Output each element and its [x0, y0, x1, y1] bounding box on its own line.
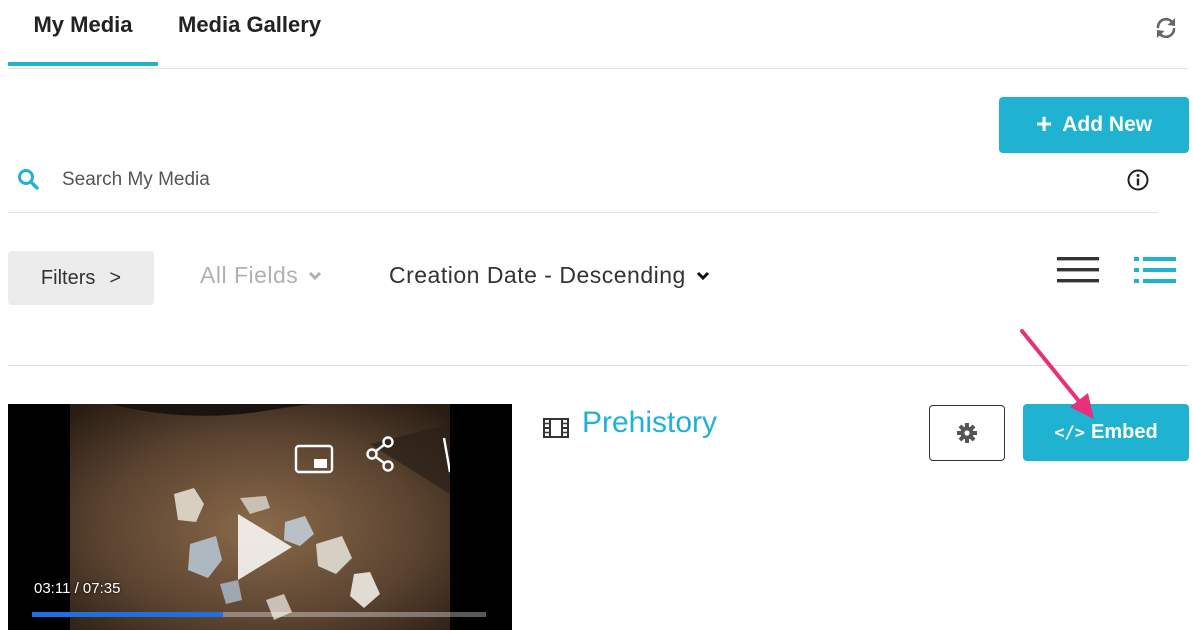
list-view-icon[interactable]: [1055, 254, 1101, 286]
media-title-link[interactable]: Prehistory: [582, 406, 717, 440]
video-frame: [70, 404, 450, 630]
list-divider: [8, 365, 1188, 366]
search-divider: [8, 212, 1158, 213]
film-icon: [543, 418, 569, 438]
fields-dropdown[interactable]: All Fields: [200, 262, 322, 289]
info-icon[interactable]: [1126, 168, 1150, 192]
tab-my-media[interactable]: My Media: [8, 0, 158, 66]
playback-progress[interactable]: [32, 612, 486, 617]
tab-media-gallery[interactable]: Media Gallery: [158, 0, 321, 66]
media-tabs: My Media Media Gallery: [8, 0, 321, 66]
detailed-view-icon[interactable]: [1132, 254, 1178, 286]
fields-label: All Fields: [200, 262, 299, 288]
chevron-down-icon: [309, 271, 322, 280]
filters-label: Filters: [40, 266, 96, 289]
code-icon: </>: [1054, 422, 1086, 443]
progress-fill: [32, 612, 223, 617]
refresh-icon[interactable]: [1152, 14, 1180, 42]
embed-button[interactable]: </> Embed: [1023, 404, 1189, 461]
add-new-button[interactable]: + Add New: [999, 97, 1189, 153]
sort-label: Creation Date - Descending: [389, 262, 686, 288]
add-new-label: Add New: [1062, 113, 1153, 136]
chevron-down-icon: [696, 271, 709, 280]
gear-icon: [957, 423, 977, 443]
embed-label: Embed: [1091, 421, 1158, 443]
plus-icon: +: [1035, 108, 1053, 139]
search-icon: [18, 169, 39, 190]
chevron-right-icon: >: [109, 266, 122, 289]
video-thumbnail[interactable]: 03:11 / 07:35: [8, 404, 512, 630]
sort-dropdown[interactable]: Creation Date - Descending: [389, 262, 710, 289]
settings-button[interactable]: [929, 405, 1005, 461]
search-input[interactable]: [62, 164, 1102, 196]
tabs-divider: [8, 68, 1188, 69]
playback-time: 03:11 / 07:35: [34, 580, 121, 597]
filters-button[interactable]: Filters >: [8, 251, 154, 305]
